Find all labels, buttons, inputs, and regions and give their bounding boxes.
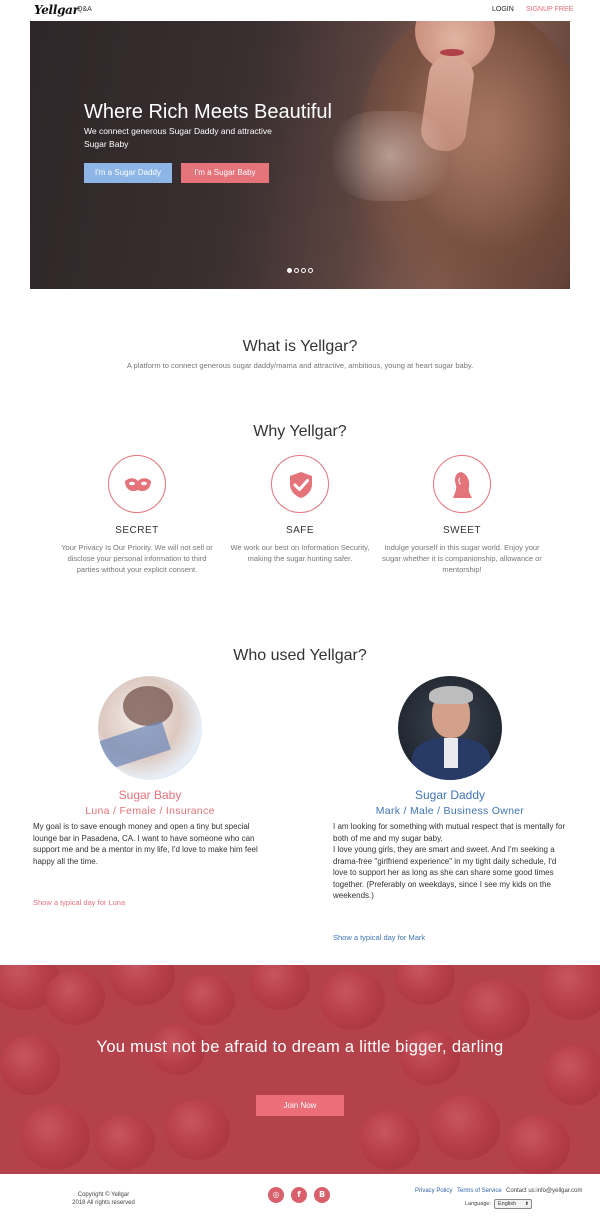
sugar-baby-avatar xyxy=(98,676,202,780)
hero-carousel: Where Rich Meets Beautiful We connect ge… xyxy=(30,21,570,289)
about-text: A platform to connect generous sugar dad… xyxy=(126,361,474,370)
woman-silhouette-icon xyxy=(453,472,472,498)
sugar-daddy-story: I am looking for something with mutual r… xyxy=(333,822,566,900)
secret-icon-circle xyxy=(108,455,166,513)
dream-banner: You must not be afraid to dream a little… xyxy=(0,965,600,1174)
feature-title-safe: SAFE xyxy=(285,525,315,536)
why-title: Why Yellgar? xyxy=(253,423,347,440)
carousel-dot[interactable] xyxy=(301,268,306,273)
login-link[interactable]: LOGIN xyxy=(492,6,514,13)
blog-icon[interactable]: B xyxy=(314,1187,330,1203)
nav-qa-link[interactable]: Q&A xyxy=(77,6,92,13)
facebook-icon[interactable]: f xyxy=(291,1187,307,1203)
carousel-dots xyxy=(287,268,313,273)
sugar-baby-button[interactable]: I'm a Sugar Baby xyxy=(181,163,269,183)
hero-subtitle: We connect generous Sugar Daddy and attr… xyxy=(84,126,272,149)
shield-check-icon xyxy=(290,472,312,498)
sweet-icon-circle xyxy=(433,455,491,513)
sugar-baby-info: Luna / Female / Insurance xyxy=(85,805,215,817)
carousel-dot[interactable] xyxy=(287,268,292,273)
sugar-daddy-avatar xyxy=(398,676,502,780)
feature-title-sweet: SWEET xyxy=(442,525,482,536)
select-arrows-icon: ⬍ xyxy=(524,1201,529,1207)
show-day-luna-link[interactable]: Show a typical day for Luna xyxy=(33,898,125,907)
language-select[interactable]: English ⬍ xyxy=(494,1199,532,1209)
sugar-baby-role: Sugar Baby xyxy=(118,788,182,802)
feature-title-secret: SECRET xyxy=(115,525,159,536)
instagram-icon[interactable]: ◎ xyxy=(268,1187,284,1203)
sugar-daddy-button[interactable]: I'm a Sugar Daddy xyxy=(84,163,172,183)
mask-icon xyxy=(125,478,151,491)
copyright: Copyright © Yellgar 2018 All rights rese… xyxy=(72,1192,135,1206)
feature-text-safe: We work our best on Information Security… xyxy=(230,543,370,563)
who-title: Who used Yellgar? xyxy=(233,647,367,664)
top-nav: Yellgar Q&A LOGIN SIGNUP FREE xyxy=(0,0,600,20)
show-day-mark-link[interactable]: Show a typical day for Mark xyxy=(333,933,425,942)
dream-banner-text: You must not be afraid to dream a little… xyxy=(96,1038,504,1056)
sugar-baby-story: My goal is to save enough money and open… xyxy=(33,822,258,866)
signup-link[interactable]: SIGNUP FREE xyxy=(526,6,573,13)
footer: Copyright © Yellgar 2018 All rights rese… xyxy=(0,1174,600,1219)
hero-image-lace xyxy=(330,111,450,201)
language-label: Language: xyxy=(465,1201,491,1207)
sugar-daddy-info: Mark / Male / Business Owner xyxy=(375,805,525,817)
about-title: What is Yellgar? xyxy=(242,338,358,355)
feature-text-secret: Your Privacy Is Our Priority. We will no… xyxy=(61,543,213,574)
logo[interactable]: Yellgar xyxy=(34,3,79,17)
safe-icon-circle xyxy=(271,455,329,513)
carousel-dot[interactable] xyxy=(308,268,313,273)
privacy-policy-link[interactable]: Privacy Policy xyxy=(415,1188,452,1194)
hero-title: Where Rich Meets Beautiful xyxy=(84,101,332,123)
contact-email[interactable]: Contact us:info@yellgar.com xyxy=(506,1188,582,1194)
feature-text-sweet: Indulge yourself in this sugar world. En… xyxy=(382,543,542,574)
carousel-dot[interactable] xyxy=(294,268,299,273)
sugar-daddy-role: Sugar Daddy xyxy=(414,788,486,802)
join-now-button[interactable]: Join Now xyxy=(256,1095,344,1116)
terms-of-service-link[interactable]: Terms of Service xyxy=(457,1188,502,1194)
